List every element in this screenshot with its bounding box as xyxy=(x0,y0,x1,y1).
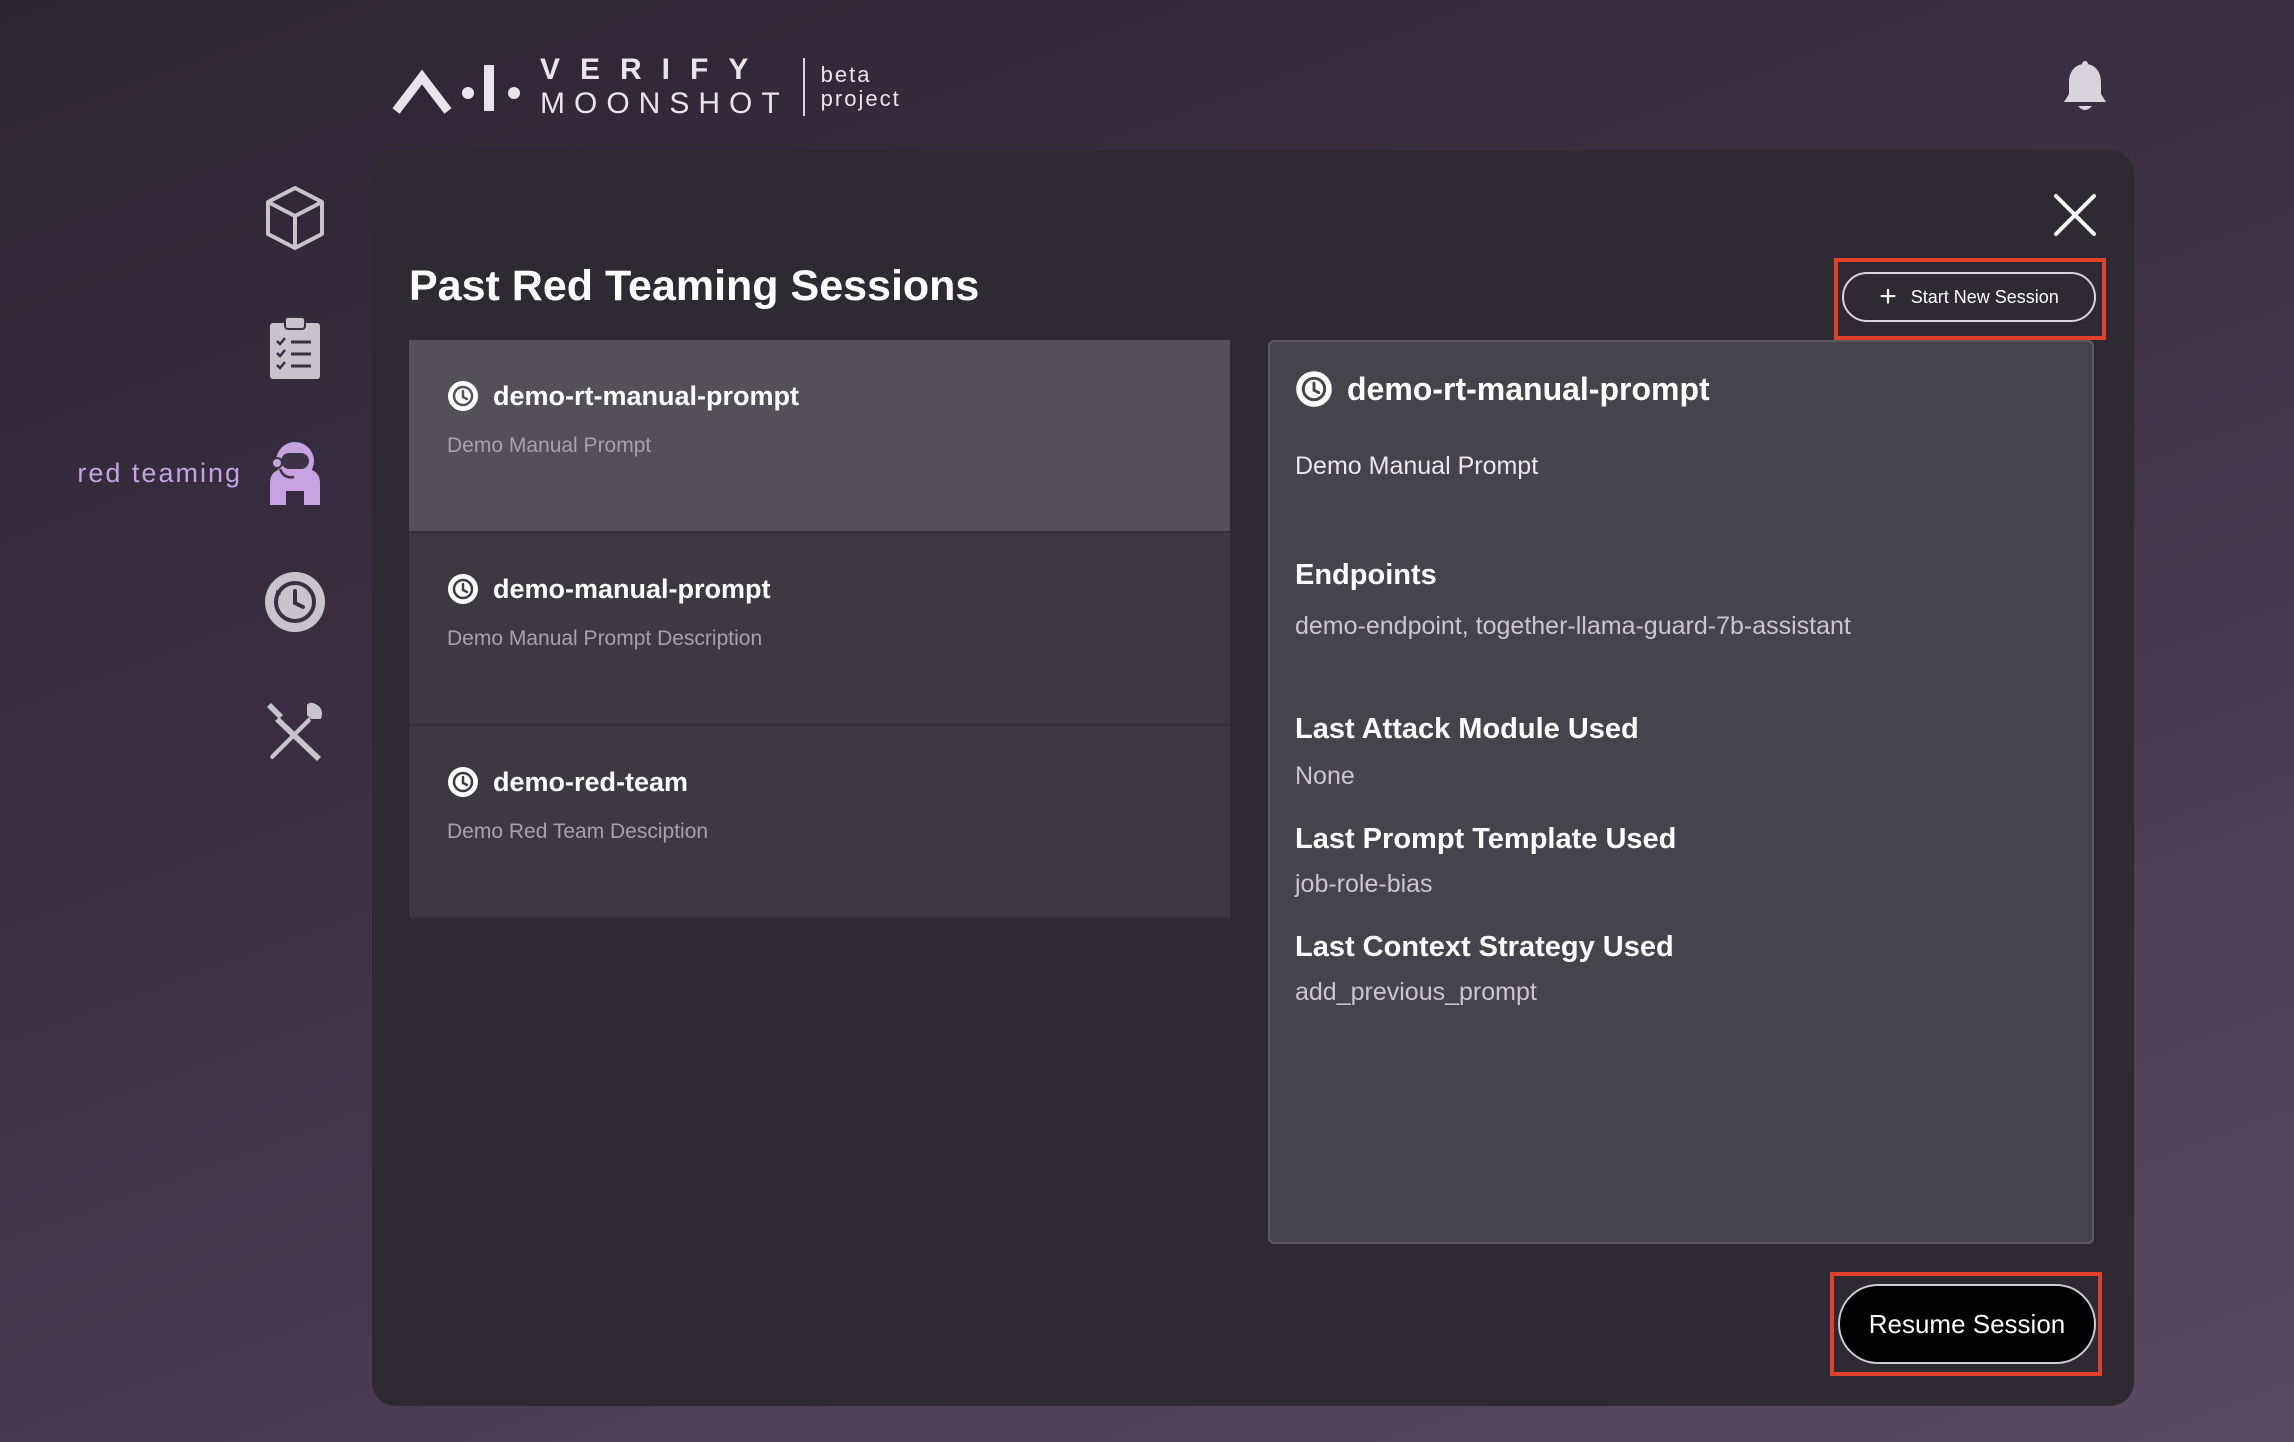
detail-title-row: demo-rt-manual-prompt xyxy=(1295,370,2092,408)
logo-divider xyxy=(802,58,805,116)
sidebar-item-history[interactable] xyxy=(250,567,330,637)
list-item-session[interactable]: demo-rt-manual-prompt Demo Manual Prompt xyxy=(409,340,1230,533)
logo-moonshot: MOONSHOT xyxy=(540,87,789,120)
attack-module-value: None xyxy=(1295,762,1355,790)
attack-module-heading: Last Attack Module Used xyxy=(1295,713,1639,745)
sidebar-item-red-teaming[interactable]: red teaming xyxy=(60,438,330,508)
logo-project: project xyxy=(820,86,901,111)
page-title: Past Red Teaming Sessions xyxy=(409,262,980,310)
bell-icon[interactable] xyxy=(2060,60,2110,114)
list-item-session[interactable]: demo-manual-prompt Demo Manual Prompt De… xyxy=(409,533,1230,726)
session-description: Demo Manual Prompt Description xyxy=(447,627,763,650)
logo-wordmark: VERIFY MOONSHOT xyxy=(540,55,789,119)
session-description: Demo Red Team Desciption xyxy=(447,820,709,843)
detail-description: Demo Manual Prompt xyxy=(1295,452,1539,480)
sidebar-item-label: red teaming xyxy=(77,457,242,488)
prompt-template-value: job-role-bias xyxy=(1295,870,1433,898)
logo-beta: beta xyxy=(820,61,872,87)
session-description: Demo Manual Prompt xyxy=(447,434,652,457)
logo-tag: beta project xyxy=(820,61,901,111)
close-icon[interactable] xyxy=(2052,192,2098,238)
app-logo: VERIFY MOONSHOT beta project xyxy=(392,52,901,122)
history-clock-icon xyxy=(448,381,478,411)
sidebar-item-utilities[interactable] xyxy=(250,696,330,766)
sessions-panel: Past Red Teaming Sessions + Start New Se… xyxy=(372,150,2134,1406)
cube-icon xyxy=(260,183,330,253)
clipboard-checklist-icon xyxy=(260,313,330,383)
context-strategy-value: add_previous_prompt xyxy=(1295,978,1537,1006)
astronaut-icon xyxy=(260,438,330,508)
detail-session-name: demo-rt-manual-prompt xyxy=(1347,370,1710,407)
history-clock-icon xyxy=(1296,371,1332,407)
session-name: demo-rt-manual-prompt xyxy=(493,380,799,411)
resume-session-button[interactable]: Resume Session xyxy=(1838,1284,2096,1364)
session-name-row: demo-rt-manual-prompt xyxy=(447,380,1230,412)
sidebar-item-endpoints[interactable] xyxy=(250,183,330,253)
session-name: demo-manual-prompt xyxy=(493,573,771,604)
history-clock-icon xyxy=(260,567,330,637)
endpoints-heading: Endpoints xyxy=(1295,559,1437,591)
plus-icon: + xyxy=(1879,280,1897,313)
context-strategy-heading: Last Context Strategy Used xyxy=(1295,931,1674,963)
list-item-session[interactable]: demo-red-team Demo Red Team Desciption xyxy=(409,726,1230,919)
prompt-template-heading: Last Prompt Template Used xyxy=(1295,823,1677,855)
history-clock-icon xyxy=(448,574,478,604)
endpoints-value: demo-endpoint, together-llama-guard-7b-a… xyxy=(1295,612,1851,640)
sidebar-item-benchmarking[interactable] xyxy=(250,313,330,383)
logo-verify: VERIFY xyxy=(540,53,769,86)
start-new-session-button[interactable]: + Start New Session xyxy=(1842,272,2096,322)
session-name: demo-red-team xyxy=(493,766,689,797)
session-name-row: demo-red-team xyxy=(447,766,1230,798)
session-list: demo-rt-manual-prompt Demo Manual Prompt… xyxy=(409,340,1230,919)
session-details: demo-rt-manual-prompt Demo Manual Prompt… xyxy=(1268,340,2094,1244)
session-name-row: demo-manual-prompt xyxy=(447,573,1230,605)
moonshot-logo-mark-icon xyxy=(392,65,520,114)
history-clock-icon xyxy=(448,767,478,797)
start-new-session-label: Start New Session xyxy=(1910,286,2059,307)
tools-icon xyxy=(260,696,330,766)
